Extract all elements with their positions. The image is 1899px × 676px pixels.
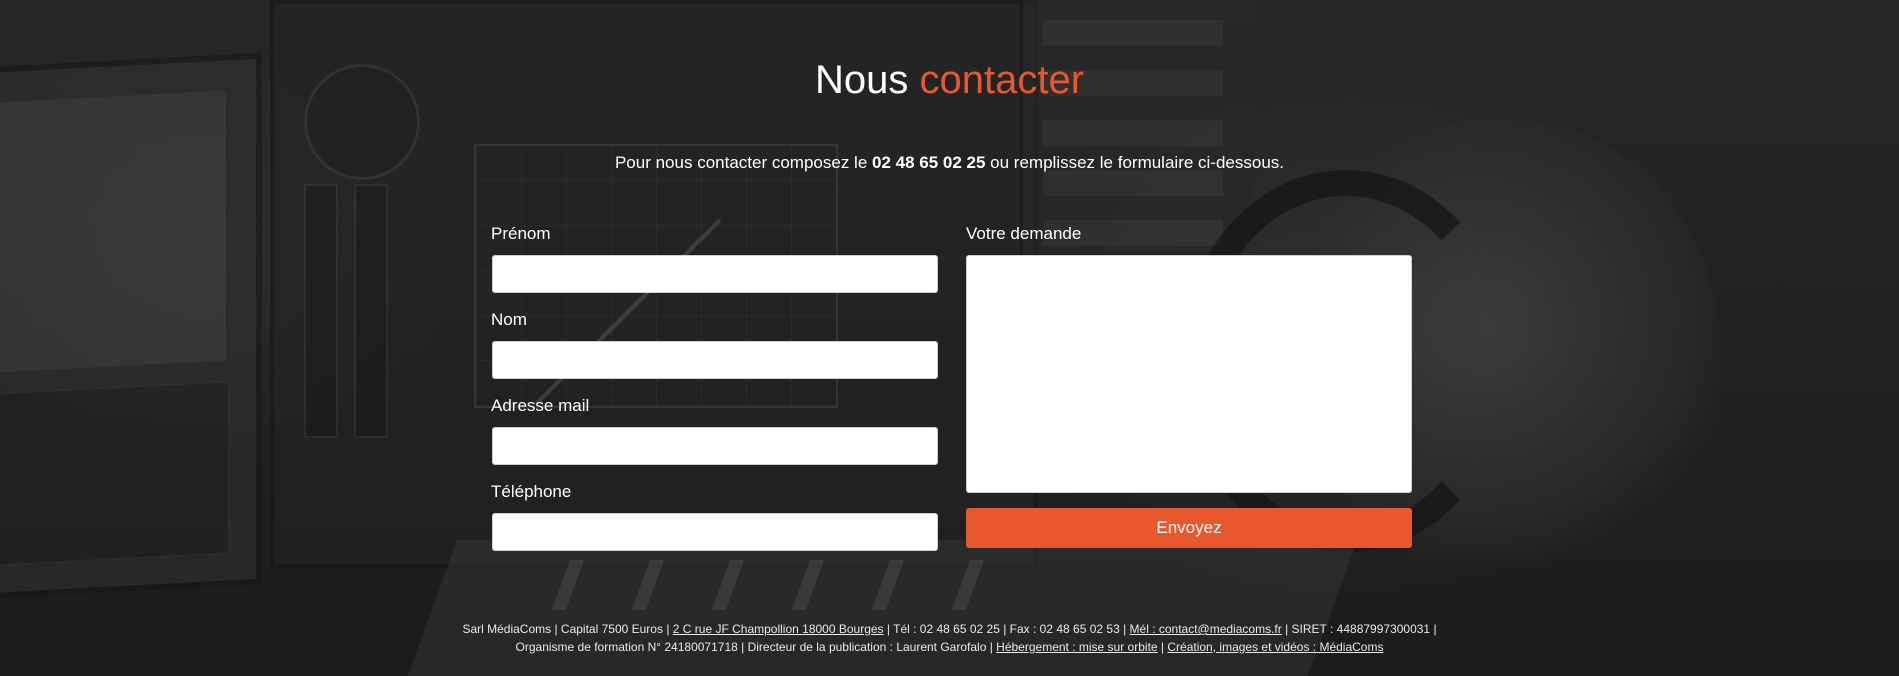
prenom-field[interactable] bbox=[492, 255, 938, 293]
footer-training-info: Organisme de formation N° 24180071718 | … bbox=[515, 640, 997, 654]
contact-form: Prénom Nom Adresse mail Téléphone Votre … bbox=[491, 222, 1413, 554]
intro-phone-number: 02 48 65 02 25 bbox=[872, 153, 986, 172]
page-title: Nous contacter bbox=[0, 58, 1899, 103]
footer-address-link[interactable]: 2 C rue JF Champollion 18000 Bourges bbox=[673, 622, 884, 636]
submit-button[interactable]: Envoyez bbox=[966, 508, 1412, 548]
intro-text: Pour nous contacter composez le 02 48 65… bbox=[0, 153, 1899, 173]
nom-label: Nom bbox=[491, 310, 527, 329]
footer-separator: | bbox=[1157, 640, 1168, 654]
footer-line-1: Sarl MédiaComs | Capital 7500 Euros | 2 … bbox=[0, 620, 1899, 638]
prenom-label: Prénom bbox=[491, 224, 551, 243]
footer-email-link[interactable]: Mél : contact@mediacoms.fr bbox=[1130, 622, 1282, 636]
footer-phone-fax: | Tél : 02 48 65 02 25 | Fax : 02 48 65 … bbox=[883, 622, 1130, 636]
page-title-accent: contacter bbox=[919, 58, 1085, 102]
page-title-prefix: Nous bbox=[814, 58, 909, 102]
footer-company-info: Sarl MédiaComs | Capital 7500 Euros | bbox=[462, 622, 673, 636]
intro-text-before: Pour nous contacter composez le bbox=[614, 153, 872, 172]
intro-text-after: ou remplissez le formulaire ci-dessous. bbox=[985, 153, 1285, 172]
demande-label: Votre demande bbox=[966, 224, 1082, 243]
footer-siret: | SIRET : 44887997300031 | bbox=[1281, 622, 1437, 636]
footer-credits-link[interactable]: Création, images et vidéos : MédiaComs bbox=[1167, 640, 1383, 654]
footer-line-2: Organisme de formation N° 24180071718 | … bbox=[0, 638, 1899, 656]
demande-textarea[interactable] bbox=[966, 255, 1412, 493]
contact-section: Nous contacter Pour nous contacter compo… bbox=[0, 0, 1899, 676]
footer-hosting-link[interactable]: Hébergement : mise sur orbite bbox=[996, 640, 1157, 654]
telephone-field[interactable] bbox=[492, 513, 938, 551]
nom-field[interactable] bbox=[492, 341, 938, 379]
telephone-label: Téléphone bbox=[491, 482, 572, 501]
email-label: Adresse mail bbox=[491, 396, 590, 415]
email-field[interactable] bbox=[492, 427, 938, 465]
footer: Sarl MédiaComs | Capital 7500 Euros | 2 … bbox=[0, 620, 1899, 656]
